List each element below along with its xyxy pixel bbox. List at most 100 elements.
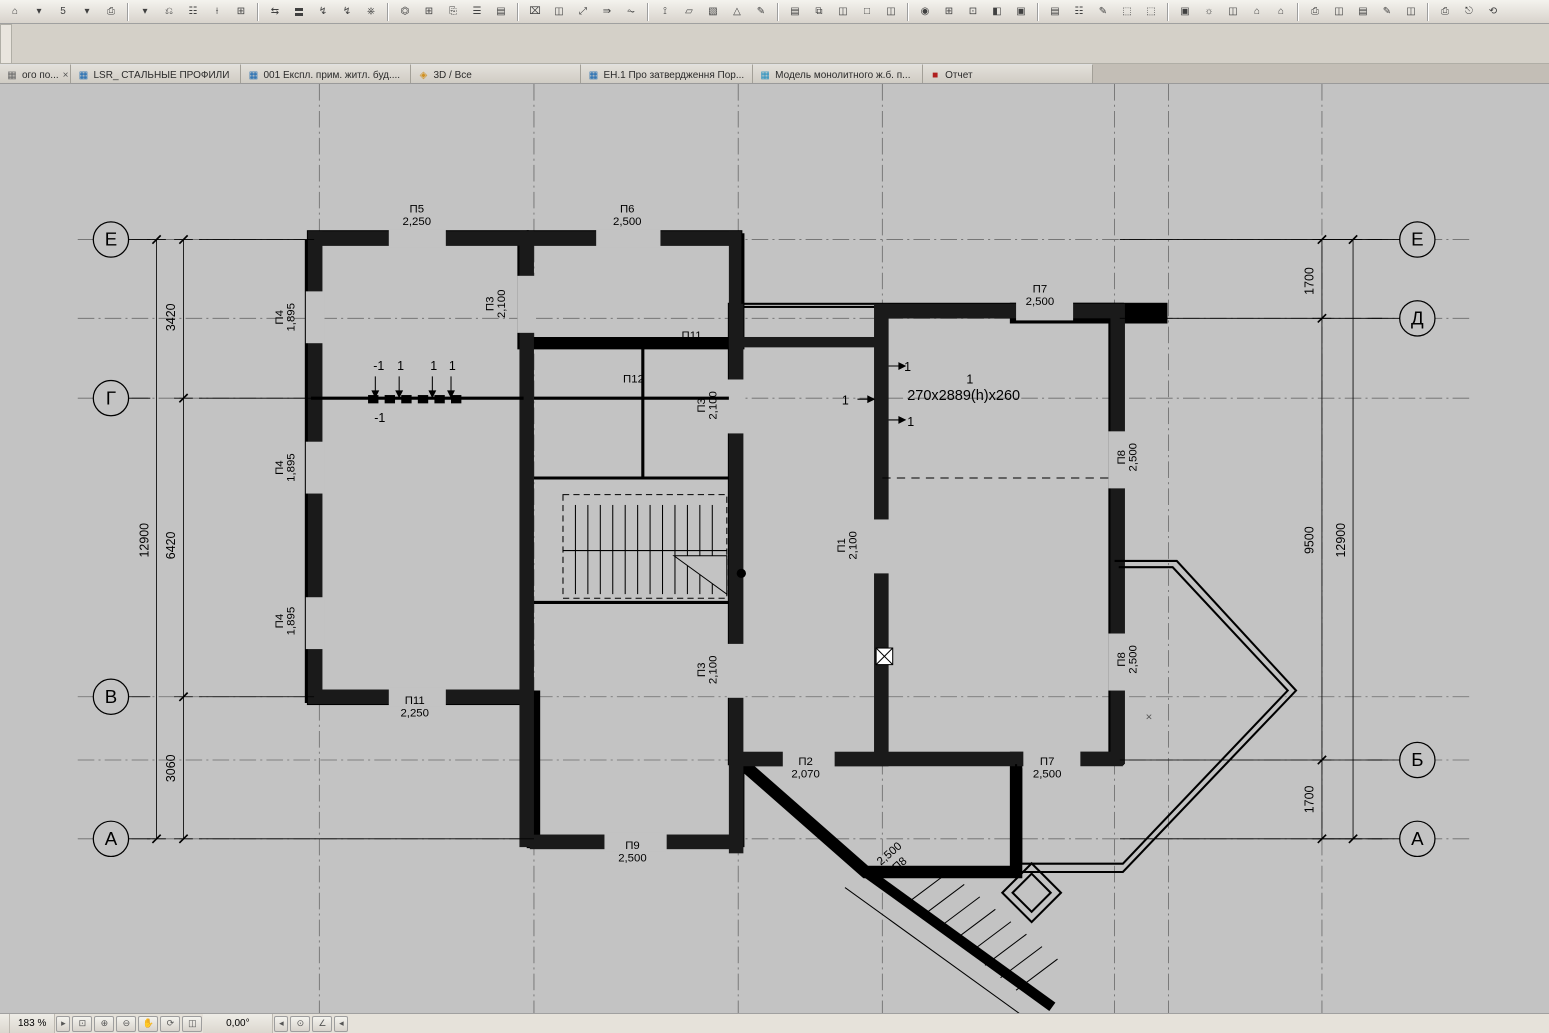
dimension-text: 1700 (1303, 267, 1317, 295)
document-tab[interactable]: ◈3D / Все (411, 64, 581, 83)
tab-icon: ▦ (247, 69, 259, 81)
toolbar-button[interactable]: ☷ (1068, 2, 1090, 22)
toolbar-button[interactable]: ▤ (1044, 2, 1066, 22)
toolbar-button[interactable]: ⎌ (158, 2, 180, 22)
svg-text:1,895: 1,895 (285, 303, 297, 332)
toolbar-button[interactable]: ✎ (750, 2, 772, 22)
toolbar-button[interactable]: ◉ (914, 2, 936, 22)
svg-text:270x2889(h)x260: 270x2889(h)x260 (907, 388, 1020, 404)
toolbar-button[interactable]: ⇛ (596, 2, 618, 22)
tab-label: LSR_ СТАЛЬНЫЕ ПРОФИЛИ (93, 70, 229, 81)
angle-tool-button[interactable]: ⊙ (290, 1016, 310, 1032)
toolbar-button[interactable]: □ (856, 2, 878, 22)
toolbar-button[interactable]: ⟲ (1482, 2, 1504, 22)
svg-text:2,100: 2,100 (707, 391, 719, 420)
lintel-label: П62,500 (613, 204, 642, 228)
toolbar-button[interactable]: ⇆ (264, 2, 286, 22)
toolbar-button[interactable]: ⏦ (620, 2, 642, 22)
toolbar-button[interactable]: ◫ (548, 2, 570, 22)
toolbar-button[interactable]: ◫ (1400, 2, 1422, 22)
svg-text:2,250: 2,250 (403, 216, 432, 228)
toolbar-button[interactable]: ⌧ (524, 2, 546, 22)
toolbar-button[interactable]: ⎋ (1458, 2, 1480, 22)
toolbar-button[interactable]: ☷ (182, 2, 204, 22)
toolbar-button[interactable]: ⌂ (1270, 2, 1292, 22)
toolbar-button[interactable]: 〓 (288, 2, 310, 22)
left-panel-stub (0, 24, 12, 64)
toolbar-separator (517, 3, 519, 21)
toolbar-button[interactable]: ⌂ (1246, 2, 1268, 22)
toolbar-button[interactable]: ▾ (28, 2, 50, 22)
toolbar-button[interactable]: ✎ (1376, 2, 1398, 22)
svg-text:П5: П5 (410, 204, 425, 216)
toolbar-separator (647, 3, 649, 21)
document-tab[interactable]: ▦ LSR_ СТАЛЬНЫЕ ПРОФИЛИ (71, 64, 241, 83)
dimension-text: 9500 (1303, 526, 1317, 554)
angle-prev-button[interactable]: ◂ (274, 1016, 288, 1032)
toolbar-button[interactable]: △ (726, 2, 748, 22)
toolbar-button[interactable]: ◧ (986, 2, 1008, 22)
toolbar-button[interactable]: ⎈ (360, 2, 382, 22)
toolbar-button[interactable]: ▤ (784, 2, 806, 22)
svg-text:Д: Д (1411, 308, 1424, 329)
angle-next-button[interactable]: ◂ (334, 1016, 348, 1032)
zoom-in-button[interactable]: ⊕ (94, 1016, 114, 1032)
toolbar-button[interactable]: ◫ (1222, 2, 1244, 22)
toolbar-button[interactable]: ▣ (1010, 2, 1032, 22)
toolbar-button[interactable]: ↯ (312, 2, 334, 22)
toolbar-button[interactable]: ☼ (1198, 2, 1220, 22)
toolbar-button[interactable]: ⧉ (808, 2, 830, 22)
toolbar-button[interactable]: ▾ (134, 2, 156, 22)
pan-button[interactable]: ✋ (138, 1016, 158, 1032)
toolbar-button[interactable]: 5 (52, 2, 74, 22)
toolbar-button[interactable]: ⤢ (572, 2, 594, 22)
toolbar-button[interactable]: ◫ (1328, 2, 1350, 22)
angle-reset-button[interactable]: ∠ (312, 1016, 332, 1032)
toolbar-button[interactable]: ▤ (1352, 2, 1374, 22)
toolbar-button[interactable]: ⎙ (100, 2, 122, 22)
toolbar-button[interactable]: ✎ (1092, 2, 1114, 22)
dimension-text: 3420 (164, 303, 178, 331)
toolbar-button[interactable]: ⊞ (938, 2, 960, 22)
lintel-label: П32,100 (485, 290, 508, 319)
toolbar-button[interactable]: ⬚ (1116, 2, 1138, 22)
toolbar-button[interactable]: ⎙ (1434, 2, 1456, 22)
document-tab[interactable]: ▦001 Експл. прим. житл. буд.... (241, 64, 411, 83)
svg-text:Г: Г (106, 387, 116, 408)
svg-text:П8: П8 (1116, 652, 1128, 667)
document-tab[interactable]: ■Отчет (923, 64, 1093, 83)
toolbar-button[interactable]: ◫ (832, 2, 854, 22)
tab-icon: ▦ (77, 69, 89, 81)
toolbar-button[interactable]: ▧ (702, 2, 724, 22)
drawing-canvas[interactable]: × -1 1 1 1 -1 (0, 84, 1549, 1013)
toolbar-button[interactable]: ⊞ (230, 2, 252, 22)
toolbar-button[interactable]: ▤ (490, 2, 512, 22)
toolbar-button[interactable]: ⟟ (654, 2, 676, 22)
toolbar-button[interactable]: ▣ (1174, 2, 1196, 22)
zoom-prev-button[interactable]: ▸ (56, 1016, 70, 1032)
zoom-fit-button[interactable]: ⊡ (72, 1016, 92, 1032)
rotate-button[interactable]: ⟳ (160, 1016, 180, 1032)
toolbar-button[interactable]: ⊞ (418, 2, 440, 22)
toolbar-button[interactable]: ◫ (880, 2, 902, 22)
toolbar-button[interactable]: ⌂ (4, 2, 26, 22)
toolbar-button[interactable]: ☰ (466, 2, 488, 22)
document-tab[interactable]: ▦ЕН.1 Про затвердження Пор... (581, 64, 753, 83)
view-button[interactable]: ◫ (182, 1016, 202, 1032)
toolbar-button[interactable]: ⎙ (1304, 2, 1326, 22)
document-tab[interactable]: ▦ого по...× (0, 64, 71, 83)
toolbar-button[interactable]: ▾ (76, 2, 98, 22)
toolbar-button[interactable]: ⟊ (206, 2, 228, 22)
zoom-out-button[interactable]: ⊖ (116, 1016, 136, 1032)
dimension-text: 12900 (137, 523, 151, 558)
close-icon[interactable]: × (63, 70, 69, 81)
document-tab[interactable]: ▦Модель монолитного ж.б. п... (753, 64, 923, 83)
toolbar-separator (387, 3, 389, 21)
toolbar-button[interactable]: ↯ (336, 2, 358, 22)
toolbar-button[interactable]: ⊡ (962, 2, 984, 22)
toolbar-button[interactable]: ⬚ (1140, 2, 1162, 22)
toolbar-button[interactable]: ⏣ (394, 2, 416, 22)
toolbar-button[interactable]: ⏥ (678, 2, 700, 22)
svg-text:2,100: 2,100 (496, 290, 508, 319)
toolbar-button[interactable]: ⎘ (442, 2, 464, 22)
